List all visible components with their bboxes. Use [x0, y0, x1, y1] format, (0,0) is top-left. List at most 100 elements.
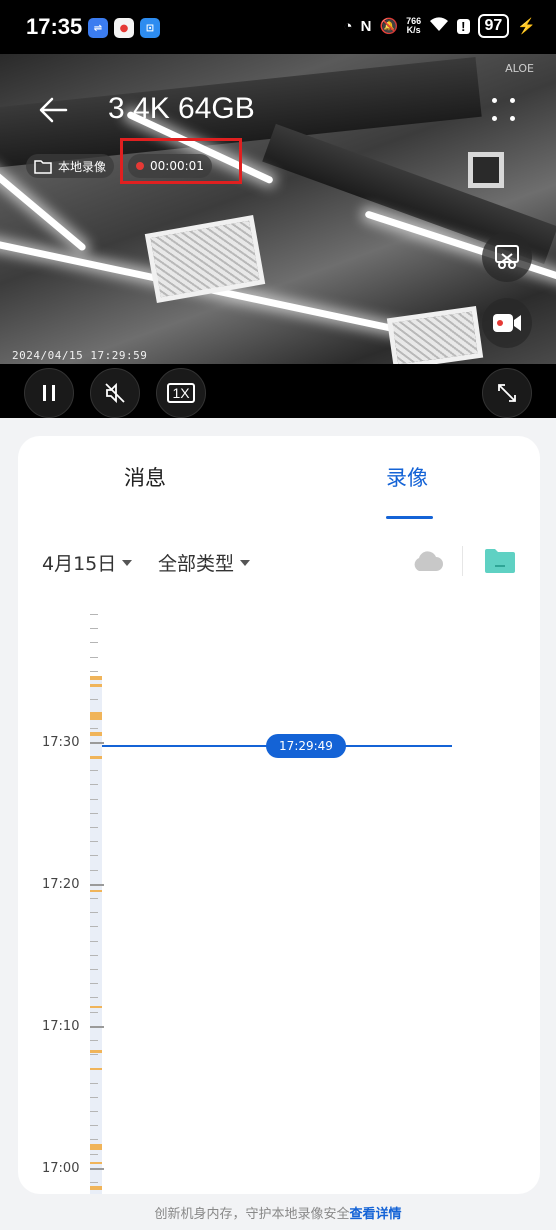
speaker-muted-icon	[105, 382, 125, 404]
recording-segment[interactable]	[90, 1162, 102, 1164]
timeline-tick	[90, 941, 98, 942]
recording-segment[interactable]	[90, 756, 102, 759]
scissors-screenshot-icon	[495, 245, 519, 269]
back-arrow-icon[interactable]	[36, 92, 72, 128]
nfc-icon: N	[360, 17, 372, 35]
date-filter-dropdown[interactable]: 4月15日	[42, 549, 133, 576]
local-storage-folder-icon[interactable]	[484, 548, 516, 574]
status-time: 17:35	[26, 14, 83, 39]
timeline-tick	[90, 983, 98, 984]
type-filter-value: 全部类型	[158, 553, 235, 575]
video-timestamp: 2024/04/15 17:29:59	[12, 349, 148, 362]
timeline-tick	[90, 628, 98, 629]
recording-segment[interactable]	[90, 1050, 102, 1053]
timeline-tick	[90, 1012, 98, 1013]
playback-speed-label: 1X	[167, 383, 195, 403]
timeline-track[interactable]	[90, 676, 102, 1194]
timeline-tick	[90, 969, 98, 970]
timeline-tick	[90, 1154, 98, 1155]
wifi-icon	[429, 16, 449, 36]
battery-indicator: 97	[477, 14, 510, 38]
usb-app-icon: ⇌	[88, 18, 108, 38]
timeline-tick	[90, 898, 98, 899]
timeline-cursor-time[interactable]: 17:29:49	[266, 734, 346, 758]
local-recording-pill[interactable]: 本地录像	[26, 154, 115, 178]
timeline-major-tick	[90, 1026, 104, 1028]
recording-segment[interactable]	[90, 1186, 102, 1190]
more-options-icon[interactable]	[492, 98, 516, 122]
live-video-view[interactable]: ALOE 3 4K 64GB 本地录像 00:00:01 2024/04/15	[0, 54, 556, 364]
timeline-tick	[90, 955, 98, 956]
fullscreen-button[interactable]	[482, 368, 532, 418]
speedometer-icon: ◔	[343, 17, 353, 35]
timeline-tick	[90, 1125, 98, 1126]
video-camera-icon	[493, 314, 521, 332]
pause-icon	[43, 385, 55, 401]
timeline-label: 17:10	[42, 1019, 80, 1034]
ceiling-ac-unit	[144, 214, 266, 304]
recordings-card: 消息 录像 4月15日 全部类型 17:30 17:20 17:10 17:00…	[18, 436, 540, 1194]
view-details-link[interactable]: 查看详情	[350, 1207, 402, 1222]
charging-icon: ⚡	[517, 18, 536, 35]
timeline-label: 17:30	[42, 735, 80, 750]
folder-icon	[34, 160, 52, 174]
status-indicators: ◔ N 🔕 766 K/s ! 97 ⚡	[344, 14, 536, 38]
recording-segment[interactable]	[90, 676, 102, 680]
alert-icon: !	[457, 18, 470, 34]
speed-button[interactable]: 1X	[156, 368, 206, 418]
timeline-tick	[90, 1097, 98, 1098]
date-filter-value: 4月15日	[42, 553, 117, 575]
local-recording-label: 本地录像	[58, 159, 107, 174]
ceiling-vent	[468, 152, 504, 188]
timeline-tick	[90, 1139, 98, 1140]
recording-segment[interactable]	[90, 890, 102, 892]
timeline-major-tick	[90, 1168, 104, 1170]
timeline-tick	[90, 1182, 98, 1183]
player-control-bar: 1X	[0, 364, 556, 418]
status-bar: 17:35 ⇌ ● ⊡ ◔ N 🔕 766 K/s ! 97 ⚡	[0, 0, 556, 54]
footer-text: 创新机身内存，守护本地录像安全	[154, 1207, 350, 1222]
recording-segment[interactable]	[90, 732, 102, 736]
timeline-tick	[90, 671, 98, 672]
net-speed: 766 K/s	[406, 17, 421, 35]
screenshot-button[interactable]	[482, 232, 532, 282]
timeline-tick	[90, 657, 98, 658]
highlight-box	[120, 138, 242, 184]
timeline-tick	[90, 728, 98, 729]
device-title: 3 4K 64GB	[108, 92, 255, 125]
timeline-tick	[90, 827, 98, 828]
app-notification-icon-2: ⊡	[140, 18, 160, 38]
mute-button[interactable]	[90, 368, 140, 418]
timeline-tick	[90, 642, 98, 643]
pause-button[interactable]	[24, 368, 74, 418]
recording-segment[interactable]	[90, 712, 102, 720]
timeline-tick	[90, 997, 98, 998]
tab-recordings[interactable]: 录像	[386, 462, 428, 492]
app-notification-icon: ●	[114, 18, 134, 38]
timeline-tick	[90, 841, 98, 842]
timeline-label: 17:00	[42, 1161, 80, 1176]
timeline-major-tick	[90, 884, 104, 886]
timeline-tick	[90, 699, 98, 700]
recording-segment[interactable]	[90, 1068, 102, 1070]
cloud-storage-icon[interactable]	[410, 548, 444, 574]
timeline-tick	[90, 770, 98, 771]
timeline-tick	[90, 784, 98, 785]
timeline-tick	[90, 1111, 98, 1112]
timeline-tick	[90, 870, 98, 871]
timeline-tick	[90, 614, 98, 615]
recording-segment[interactable]	[90, 1144, 102, 1150]
record-video-button[interactable]	[482, 298, 532, 348]
recording-segment[interactable]	[90, 684, 102, 687]
brand-logo: ALOE	[505, 62, 534, 75]
timeline-tick	[90, 1083, 98, 1084]
recording-segment[interactable]	[90, 1006, 102, 1008]
timeline-major-tick	[90, 742, 104, 744]
footer-notice: 创新机身内存，守护本地录像安全查看详情	[0, 1203, 556, 1222]
timeline-tick	[90, 926, 98, 927]
timeline-label: 17:20	[42, 877, 80, 892]
type-filter-dropdown[interactable]: 全部类型	[158, 549, 251, 576]
timeline-tick	[90, 1040, 98, 1041]
mute-bell-icon: 🔕	[379, 18, 399, 35]
tab-messages[interactable]: 消息	[124, 462, 166, 492]
